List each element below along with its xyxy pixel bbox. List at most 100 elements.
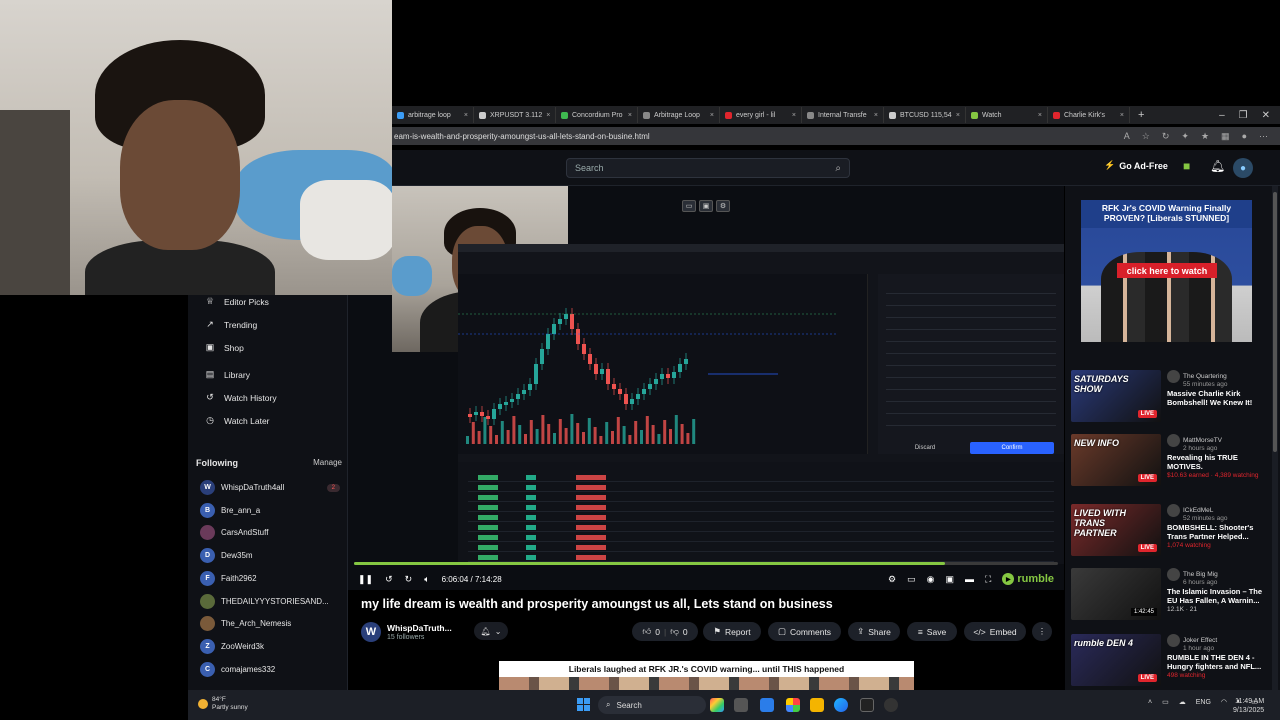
volume-icon[interactable]: 🔈︎ [424, 574, 429, 585]
scrollbar[interactable] [1272, 186, 1278, 690]
video-title[interactable]: The Islamic Invasion – The EU Has Fallen… [1167, 587, 1271, 605]
following-item[interactable]: The_Arch_Nemesis [200, 616, 340, 632]
read-aloud-icon[interactable]: A [1124, 131, 1130, 142]
browser-tab[interactable]: Internal Transfe × [802, 107, 884, 123]
video-thumbnail[interactable]: LIVED WITH TRANS PARTNER LIVE [1071, 504, 1161, 556]
channel-info[interactable]: W WhispDaTruth... 15 followers [361, 622, 452, 642]
tab-close-icon[interactable]: × [464, 112, 468, 119]
sidebar-item-watch-later[interactable]: ◷ Watch Later [204, 415, 269, 426]
tab-close-icon[interactable]: × [546, 112, 550, 119]
following-item[interactable]: W WhispDaTruth4all 2 [200, 480, 340, 495]
following-item[interactable]: F Faith2962 [200, 570, 340, 586]
thumbs-down-icon[interactable]: 👎︎ [670, 626, 679, 637]
task-view-icon[interactable] [734, 698, 748, 712]
scrollbar-thumb[interactable] [1273, 192, 1277, 452]
following-item[interactable]: B Bre_ann_a [200, 502, 340, 518]
manage-link[interactable]: Manage [313, 458, 342, 468]
profile-icon[interactable]: ● [1242, 131, 1247, 142]
search-icon[interactable]: ⌕ [835, 163, 841, 174]
screen-icon[interactable]: ▣ [699, 200, 713, 212]
edge-icon[interactable] [834, 698, 848, 712]
x-app-icon[interactable] [860, 698, 874, 712]
captions-icon[interactable]: ▭ [907, 574, 916, 585]
channel-avatar[interactable]: W [361, 622, 381, 642]
store-icon[interactable] [760, 698, 774, 712]
video-thumbnail[interactable]: 1:42:45 [1071, 568, 1161, 620]
share-button[interactable]: ⇪ Share [848, 622, 900, 641]
maximize-icon[interactable]: ❐ [1239, 110, 1248, 121]
sidebar-item-shop[interactable]: ▣ Shop [204, 342, 244, 353]
miniplayer-icon[interactable]: ▣ [945, 574, 954, 585]
browser-tab[interactable]: arbitrage loop × [392, 107, 474, 123]
theater-icon[interactable]: ▬ [965, 574, 974, 584]
following-item[interactable]: THEDAILYYYSTORIESAND... [200, 593, 340, 609]
browser-tab[interactable]: Concordium Pro × [556, 107, 638, 123]
browser-tab[interactable]: every girl - lil × [720, 107, 802, 123]
tray-cloud-icon[interactable]: ☁ [1179, 698, 1186, 706]
channel-name[interactable]: The Quartering [1183, 373, 1227, 380]
settings-icon[interactable]: ⚙ [716, 200, 730, 212]
thumbs-up-icon[interactable]: 👍︎ [642, 626, 651, 637]
recommended-video[interactable]: NEW INFO LIVE MattMorseTV 2 hours ago Reveal… [1071, 434, 1271, 492]
recommended-video[interactable]: SATURDAYS SHOW LIVE The Quartering 55 minut… [1071, 370, 1271, 428]
tab-close-icon[interactable]: × [874, 112, 878, 119]
video-thumbnail[interactable]: rumble DEN 4 LIVE [1071, 634, 1161, 686]
obs-icon[interactable] [884, 698, 898, 712]
notify-button[interactable]: 🔔︎ ⌄ [474, 622, 508, 640]
video-thumbnail[interactable]: NEW INFO LIVE [1071, 434, 1161, 486]
tab-close-icon[interactable]: × [710, 112, 714, 119]
windows-start-icon[interactable] [577, 698, 590, 711]
video-title[interactable]: RUMBLE IN THE DEN 4 - Hungry fighters an… [1167, 653, 1271, 671]
channel-name[interactable]: The Big Mig [1183, 571, 1218, 578]
widgets-icon[interactable] [710, 698, 724, 712]
pause-icon[interactable]: ❚❚ [358, 574, 373, 585]
minimize-icon[interactable]: – [1219, 110, 1225, 121]
channel-name[interactable]: MattMorseTV [1183, 437, 1222, 444]
tab-close-icon[interactable]: × [1120, 112, 1124, 119]
settings-gear-icon[interactable]: ⚙ [888, 574, 896, 585]
tab-close-icon[interactable]: × [792, 112, 796, 119]
clock[interactable]: 11:49 AM 9/13/2025 [1233, 697, 1264, 715]
upload-video-icon[interactable]: ■ [1183, 159, 1190, 173]
tab-close-icon[interactable]: × [956, 112, 960, 119]
comments-button[interactable]: ▢ Comments [768, 622, 841, 641]
file-explorer-icon[interactable] [810, 698, 824, 712]
refresh-icon[interactable]: ↻ [1162, 131, 1170, 142]
report-button[interactable]: ⚑ Report [703, 622, 761, 641]
star-icon[interactable]: ☆ [1142, 131, 1150, 142]
sponsored-ad[interactable]: RFK Jr's COVID Warning Finally PROVEN? [… [1081, 200, 1252, 342]
rewind-icon[interactable]: ↺ [385, 574, 393, 585]
close-icon[interactable]: ✕ [1262, 110, 1270, 121]
menu-icon[interactable]: ⋯ [1259, 131, 1268, 142]
confirm-button[interactable]: Confirm [970, 442, 1054, 454]
search-input[interactable]: Search ⌕ [566, 158, 850, 178]
progress-bar[interactable] [354, 562, 1058, 565]
url-text[interactable]: eam-is-wealth-and-prosperity-amoungst-us… [392, 132, 1124, 141]
new-tab-button[interactable]: + [1130, 109, 1152, 121]
language-indicator[interactable]: ENG [1196, 699, 1211, 706]
video-thumbnail[interactable]: SATURDAYS SHOW LIVE [1071, 370, 1161, 422]
recommended-video[interactable]: rumble DEN 4 LIVE Joker Effect 1 hour ago RU… [1071, 634, 1271, 692]
channel-avatar[interactable] [1167, 634, 1180, 647]
forward-icon[interactable]: ↻ [405, 574, 413, 585]
browser-tab[interactable]: XRPUSDT 3.112 × [474, 107, 556, 123]
sidebar-item-library[interactable]: ▤ Library [204, 369, 250, 380]
browser-tab[interactable]: BTCUSD 115,54 × [884, 107, 966, 123]
fullscreen-icon[interactable]: ⛶ [985, 574, 991, 585]
go-ad-free-button[interactable]: ⚡ Go Ad-Free [1104, 160, 1168, 171]
more-options-button[interactable]: ⋮ [1032, 622, 1052, 641]
recommended-video[interactable]: 1:42:45 The Big Mig 6 hours ago The Islamic… [1071, 568, 1271, 626]
tab-close-icon[interactable]: × [1038, 112, 1042, 119]
following-item[interactable]: D Dew35m [200, 548, 340, 564]
video-title[interactable]: Massive Charlie Kirk Bombshell! We Knew … [1167, 389, 1271, 407]
chevron-up-icon[interactable]: ˄ [1148, 699, 1152, 706]
embed-button[interactable]: </> Embed [964, 622, 1026, 641]
pip-icon[interactable]: ▭ [682, 200, 696, 212]
tray-app-icon[interactable]: ▭ [1162, 698, 1169, 706]
channel-name[interactable]: ICkEdMeL [1183, 507, 1213, 514]
following-item[interactable]: CarsAndStuff [200, 525, 340, 541]
channel-name[interactable]: Joker Effect [1183, 637, 1217, 644]
chrome-icon[interactable] [786, 698, 800, 712]
browser-tab[interactable]: Watch × [966, 107, 1048, 123]
tab-close-icon[interactable]: × [628, 112, 632, 119]
